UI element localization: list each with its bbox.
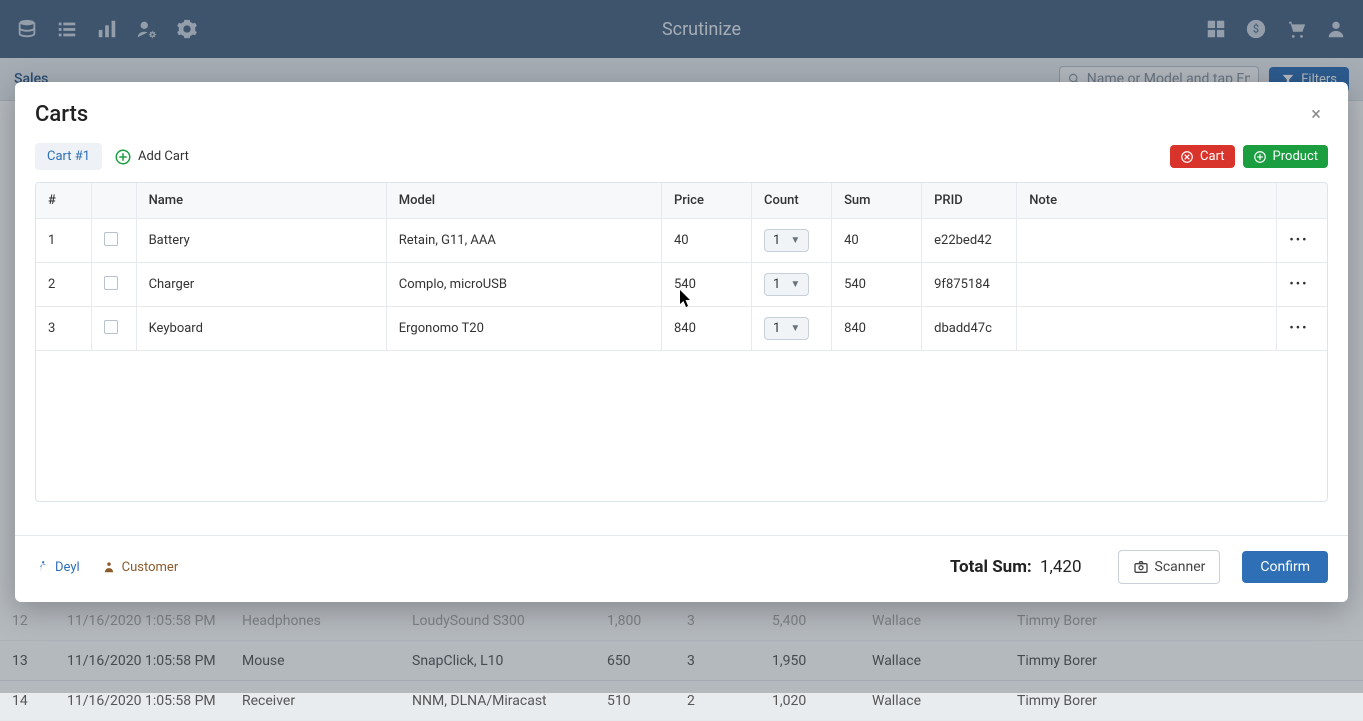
person-run-icon bbox=[35, 560, 49, 574]
col-note: Note bbox=[1017, 183, 1277, 219]
plus-circle-icon bbox=[114, 148, 132, 166]
count-dropdown[interactable]: 1▼ bbox=[764, 273, 809, 296]
col-model: Model bbox=[386, 183, 661, 219]
x-circle-icon bbox=[1180, 150, 1194, 164]
plus-circle-icon bbox=[1253, 150, 1267, 164]
cell-sum: 40 bbox=[832, 219, 922, 263]
col-price: Price bbox=[661, 183, 751, 219]
caret-down-icon: ▼ bbox=[790, 279, 800, 290]
cell-price: 840 bbox=[661, 307, 751, 351]
row-menu-button[interactable]: ••• bbox=[1277, 263, 1327, 307]
cart-table: # Name Model Price Count Sum PRID Note bbox=[35, 182, 1328, 502]
camera-icon bbox=[1133, 559, 1149, 575]
confirm-button[interactable]: Confirm bbox=[1242, 551, 1328, 583]
col-checkbox bbox=[91, 183, 136, 219]
caret-down-icon: ▼ bbox=[790, 235, 800, 246]
cell-prid: dbadd47c bbox=[922, 307, 1017, 351]
row-checkbox[interactable] bbox=[104, 320, 118, 334]
col-sum: Sum bbox=[832, 183, 922, 219]
col-num: # bbox=[36, 183, 91, 219]
person-icon bbox=[102, 560, 116, 574]
row-checkbox[interactable] bbox=[104, 276, 118, 290]
cell-num: 1 bbox=[36, 219, 91, 263]
customer-link[interactable]: Customer bbox=[102, 560, 179, 575]
cart-tab-1[interactable]: Cart #1 bbox=[35, 143, 102, 170]
cell-name: Charger bbox=[136, 263, 386, 307]
caret-down-icon: ▼ bbox=[790, 323, 800, 334]
cell-prid: e22bed42 bbox=[922, 219, 1017, 263]
cell-num: 2 bbox=[36, 263, 91, 307]
cell-sum: 840 bbox=[832, 307, 922, 351]
cell-name: Battery bbox=[136, 219, 386, 263]
cell-model: Retain, G11, AAA bbox=[386, 219, 661, 263]
table-header-row: # Name Model Price Count Sum PRID Note bbox=[36, 183, 1327, 219]
carts-modal: Carts × Cart #1 Add Cart Cart Product bbox=[15, 82, 1348, 602]
cell-note[interactable] bbox=[1017, 307, 1277, 351]
remove-cart-button[interactable]: Cart bbox=[1170, 145, 1235, 168]
table-row: 3 Keyboard Ergonomo T20 840 1▼ 840 dbadd… bbox=[36, 307, 1327, 351]
col-actions bbox=[1277, 183, 1327, 219]
cell-note[interactable] bbox=[1017, 219, 1277, 263]
row-checkbox[interactable] bbox=[104, 232, 118, 246]
cell-num: 3 bbox=[36, 307, 91, 351]
cell-sum: 540 bbox=[832, 263, 922, 307]
scanner-button[interactable]: Scanner bbox=[1118, 550, 1221, 584]
cell-model: Ergonomo T20 bbox=[386, 307, 661, 351]
cell-price: 40 bbox=[661, 219, 751, 263]
cell-model: Complo, microUSB bbox=[386, 263, 661, 307]
col-count: Count bbox=[752, 183, 832, 219]
col-prid: PRID bbox=[922, 183, 1017, 219]
close-button[interactable]: × bbox=[1304, 103, 1328, 127]
col-name: Name bbox=[136, 183, 386, 219]
total-sum: Total Sum: 1,420 bbox=[950, 557, 1082, 577]
row-menu-button[interactable]: ••• bbox=[1277, 307, 1327, 351]
add-cart-button[interactable]: Add Cart bbox=[114, 148, 189, 166]
table-row: 1 Battery Retain, G11, AAA 40 1▼ 40 e22b… bbox=[36, 219, 1327, 263]
cell-price: 540 bbox=[661, 263, 751, 307]
add-product-button[interactable]: Product bbox=[1243, 145, 1328, 168]
cell-name: Keyboard bbox=[136, 307, 386, 351]
deyl-link[interactable]: Deyl bbox=[35, 560, 80, 575]
count-dropdown[interactable]: 1▼ bbox=[764, 317, 809, 340]
modal-title: Carts bbox=[35, 102, 88, 127]
cell-prid: 9f875184 bbox=[922, 263, 1017, 307]
row-menu-button[interactable]: ••• bbox=[1277, 219, 1327, 263]
cell-note[interactable] bbox=[1017, 263, 1277, 307]
table-row: 2 Charger Complo, microUSB 540 1▼ 540 9f… bbox=[36, 263, 1327, 307]
modal-overlay: Carts × Cart #1 Add Cart Cart Product bbox=[0, 0, 1363, 693]
count-dropdown[interactable]: 1▼ bbox=[764, 229, 809, 252]
